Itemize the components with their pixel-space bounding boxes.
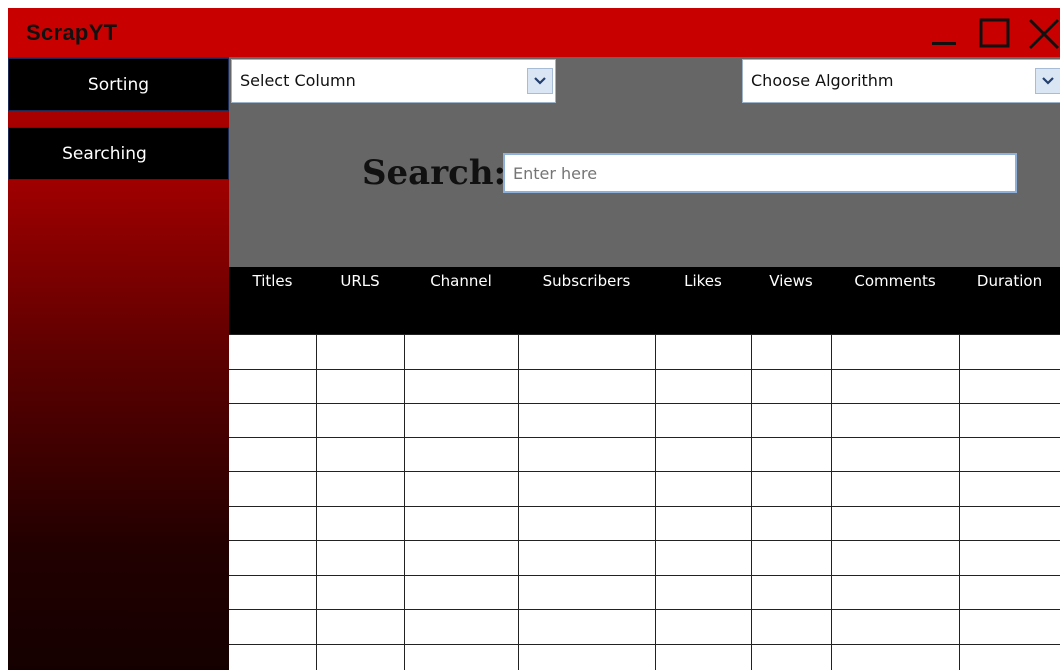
grid-line [518, 334, 519, 670]
grid-line [229, 369, 1060, 370]
table-header: Titles URLS Channel Subscribers Likes Vi… [229, 267, 1060, 334]
results-table[interactable] [229, 334, 1060, 670]
search-input[interactable] [503, 153, 1017, 193]
grid-line [229, 644, 1060, 645]
column-header-likes[interactable]: Likes [655, 267, 751, 295]
grid-line [751, 334, 752, 670]
column-header-urls[interactable]: URLS [316, 267, 404, 295]
grid-line [229, 334, 1060, 335]
search-label: Search: [362, 153, 507, 193]
close-button[interactable] [1024, 8, 1060, 57]
grid-line [959, 334, 960, 670]
chevron-down-icon[interactable] [1035, 68, 1060, 94]
grid-line [655, 334, 656, 670]
grid-line [229, 575, 1060, 576]
grid-line [229, 471, 1060, 472]
controls-panel: Select Column Choose Algorithm Search: [229, 57, 1060, 267]
algorithm-select-value: Choose Algorithm [751, 71, 894, 90]
close-icon [1028, 18, 1060, 50]
grid-line [831, 334, 832, 670]
column-select[interactable]: Select Column [231, 59, 556, 103]
title-bar: ScrapYT [8, 8, 1060, 57]
column-header-subscribers[interactable]: Subscribers [518, 267, 655, 295]
column-header-comments[interactable]: Comments [831, 267, 959, 295]
minimize-button[interactable] [926, 8, 966, 57]
grid-line [229, 609, 1060, 610]
minimize-icon [932, 42, 956, 45]
maximize-button[interactable] [977, 8, 1021, 57]
grid-line [229, 403, 1060, 404]
column-header-views[interactable]: Views [751, 267, 831, 295]
sidebar-item-sorting[interactable]: Sorting [8, 58, 229, 111]
sidebar-item-searching[interactable]: Searching [8, 127, 229, 180]
grid-line [316, 334, 317, 670]
grid-line [229, 540, 1060, 541]
column-header-channel[interactable]: Channel [404, 267, 518, 295]
grid-line [404, 334, 405, 670]
grid-line [229, 437, 1060, 438]
grid-line [229, 506, 1060, 507]
column-select-value: Select Column [240, 71, 356, 90]
sidebar-item-label: Searching [62, 143, 147, 164]
app-title: ScrapYT [26, 20, 118, 45]
maximize-icon [979, 18, 1010, 48]
column-header-duration[interactable]: Duration [959, 267, 1060, 295]
sidebar-item-label: Sorting [87, 74, 150, 95]
sidebar: Sorting Searching [8, 57, 229, 670]
chevron-down-icon[interactable] [527, 68, 553, 94]
column-header-titles[interactable]: Titles [229, 267, 316, 295]
algorithm-select[interactable]: Choose Algorithm [742, 59, 1060, 103]
